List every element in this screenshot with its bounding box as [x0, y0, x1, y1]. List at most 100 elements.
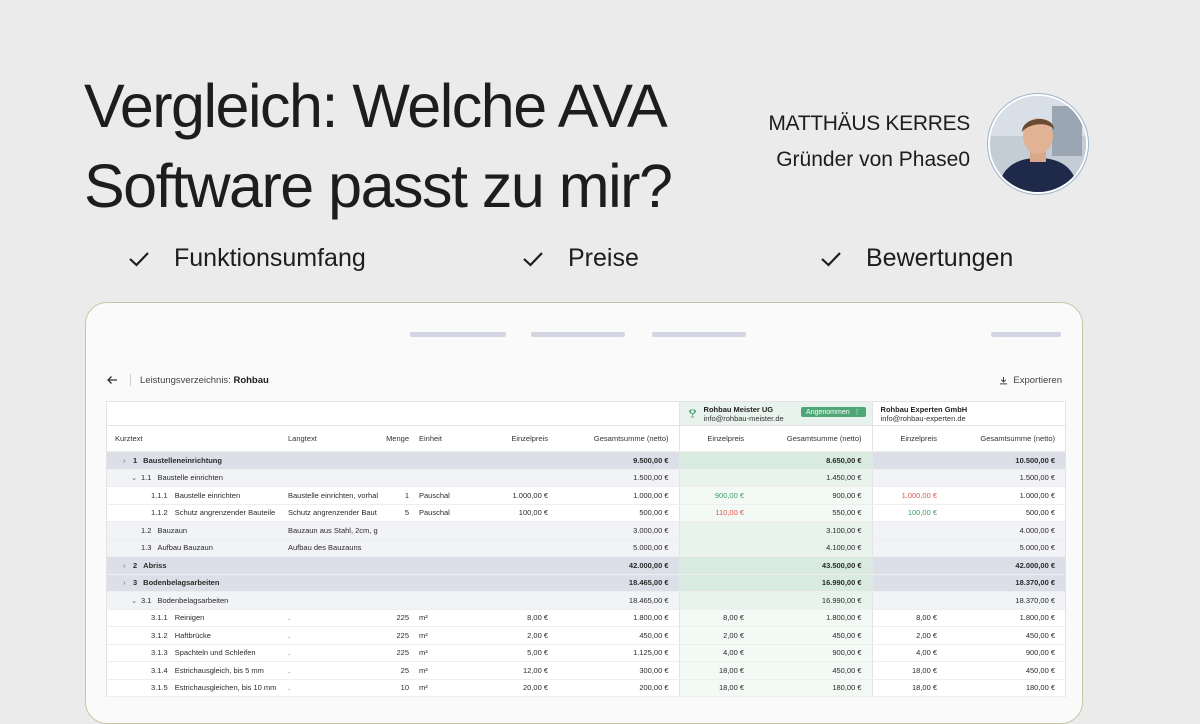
v2-gesamtsumme-cell: 450,00 € [1025, 630, 1056, 640]
col-v2-gesamtsumme[interactable]: Gesamtsumme (netto) [947, 425, 1066, 452]
col-einzelpreis[interactable]: Einzelpreis [483, 425, 558, 452]
export-button[interactable]: Exportieren [999, 375, 1062, 386]
table-row[interactable]: › 3 Bodenbelagsarbeiten 18.465,00 € 16.990,0… [107, 574, 1066, 592]
v2-einzelpreis: 2,00 € [871, 626, 948, 645]
v2-gesamtsumme: 500,00 € [947, 504, 1066, 522]
v1-einzelpreis: 18,00 € [678, 661, 755, 680]
gesamtsumme: 3.000,00 € [558, 521, 680, 540]
v2-gesamtsumme: 42.000,00 € [947, 556, 1066, 575]
menge: 5 [378, 504, 413, 522]
langtext [288, 574, 378, 592]
einzelpreis [483, 591, 558, 610]
table-row[interactable]: 3.1.4 Estrichausgleich, bis 5 mm. 25 m² 12,0… [107, 661, 1066, 680]
einheit: m² [413, 609, 483, 627]
chevron-right-icon[interactable]: › [123, 456, 133, 465]
chevron-right-icon[interactable]: › [123, 561, 133, 570]
v1-einzelpreis: 900,00 € [678, 486, 755, 505]
v2-einzelpreis-cell: 8,00 € [916, 613, 938, 623]
langtext: Bauzaun aus Stahl, 2cm, gro [288, 521, 378, 540]
v2-gesamtsumme: 10.500,00 € [947, 451, 1066, 470]
title-line-2: Software passt zu mir? [84, 152, 673, 220]
gesamtsumme: 300,00 € [558, 661, 680, 680]
gesamtsumme-cell: 1.800,00 € [633, 613, 669, 623]
nav-placeholder-bar [410, 332, 506, 337]
check-icon [523, 251, 543, 267]
v2-einzelpreis: 4,00 € [871, 644, 948, 662]
menge [378, 469, 413, 487]
v2-gesamtsumme: 4.000,00 € [947, 521, 1066, 540]
position-number: 3.1.3 [151, 648, 168, 658]
table-row[interactable]: 1.3 Aufbau Bauzaun Aufbau des Bauzauns 5.00… [107, 539, 1066, 557]
v1-gesamtsumme-cell: 3.100,00 € [826, 525, 862, 535]
v1-gesamtsumme: 550,00 € [754, 504, 873, 522]
v2-einzelpreis-cell: 18,00 € [912, 665, 938, 675]
author-role: Gründer von Phase0 [776, 148, 970, 171]
col-v1-einzelpreis[interactable]: Einzelpreis [678, 425, 755, 452]
breadcrumb-current: Rohbau [233, 375, 269, 386]
v2-einzelpreis [871, 521, 948, 540]
v1-einzelpreis-cell: 2,00 € [723, 630, 745, 640]
col-langtext[interactable]: Langtext [288, 425, 378, 452]
einheit: m² [413, 661, 483, 680]
vendor-name: Rohbau Meister UG [703, 404, 774, 414]
table-row[interactable]: 1.1.1 Baustelle einrichten Baustelle einri… [107, 486, 1066, 505]
feature-label: Funktionsumfang [174, 244, 366, 272]
feature-item-funktionsumfang: Funktionsumfang [128, 244, 366, 273]
einheit-cell: m² [419, 648, 428, 658]
chevron-right-icon[interactable]: › [123, 578, 133, 587]
v1-einzelpreis: 8,00 € [678, 609, 755, 627]
chevron-down-icon[interactable]: ⌄ [131, 596, 141, 605]
col-v2-einzelpreis[interactable]: Einzelpreis [871, 425, 948, 452]
table-row[interactable]: 3.1.5 Estrichausgleichen, bis 10 mm. 10 m² 2… [107, 679, 1066, 697]
col-gesamtsumme[interactable]: Gesamtsumme (netto) [558, 425, 680, 452]
chevron-down-icon[interactable]: ⌄ [131, 473, 141, 482]
column-header-row: Kurztext Langtext Menge Einheit Einzelpr… [107, 425, 1066, 452]
v1-einzelpreis: 110,00 € [678, 504, 755, 522]
v2-gesamtsumme-cell: 10.500,00 € [1015, 455, 1056, 465]
v1-einzelpreis: 2,00 € [678, 626, 755, 645]
position-number: 3.1.1 [151, 613, 168, 623]
table-row[interactable]: 3.1.1 Reinigen. 225 m² 8,00 € 1.800,00 € 8,00 … [107, 609, 1066, 627]
gesamtsumme-cell: 450,00 € [639, 630, 669, 640]
title-line-1: Vergleich: Welche AVA [84, 72, 668, 140]
langtext-cell: . [288, 648, 291, 658]
vendor-rohbau-experten[interactable]: Rohbau Experten GmbH info@rohbau-experte… [871, 402, 1066, 426]
kurztext-cell: Baustelleneinrichtung [143, 455, 222, 465]
langtext: Aufbau des Bauzauns [288, 539, 378, 557]
export-label: Exportieren [1013, 375, 1062, 386]
table-row[interactable]: ⌄ 3.1 Bodenbelagsarbeiten 18.465,00 € 16.990… [107, 591, 1066, 610]
comparison-table: Rohbau Meister UG info@rohbau-meister.de… [107, 402, 1066, 697]
arrow-left-icon[interactable] [106, 374, 118, 386]
table-row[interactable]: 3.1.3 Spachteln und Schleifen. 225 m² 5,00 €… [107, 644, 1066, 662]
menge-cell: 225 [396, 613, 409, 623]
position-number: 1.3 [141, 543, 152, 553]
einheit [413, 591, 483, 610]
v1-einzelpreis [678, 469, 755, 487]
gesamtsumme: 42.000,00 € [558, 556, 680, 575]
feature-label: Preise [568, 244, 639, 272]
vendor-rohbau-meister[interactable]: Rohbau Meister UG info@rohbau-meister.de… [678, 402, 873, 426]
kurztext: 1.1.2 Schutz angrenzender Bauteile [107, 504, 288, 522]
table-row[interactable]: ⌄ 1.1 Baustelle einrichten 1.500,00 € 1.450,… [107, 469, 1066, 487]
table-row[interactable]: 1.1.2 Schutz angrenzender Bauteile Schutz … [107, 504, 1066, 522]
v2-gesamtsumme: 450,00 € [947, 626, 1066, 645]
table-row[interactable]: › 1 Baustelleneinrichtung 9.500,00 € 8.650,0… [107, 451, 1066, 470]
col-kurztext[interactable]: Kurztext [107, 425, 288, 452]
table-row[interactable]: 3.1.2 Haftbrücke. 225 m² 2,00 € 450,00 € 2,00 … [107, 626, 1066, 645]
menge-cell: 1 [404, 490, 409, 500]
col-v1-gesamtsumme[interactable]: Gesamtsumme (netto) [754, 425, 873, 452]
v1-gesamtsumme: 16.990,00 € [754, 574, 873, 592]
einheit-cell: m² [419, 683, 428, 693]
v2-gesamtsumme: 900,00 € [947, 644, 1066, 662]
position-number: 3.1 [141, 595, 152, 605]
v1-gesamtsumme-cell: 43.500,00 € [821, 560, 862, 570]
app-screenshot-card: Leistungsverzeichnis: Rohbau Exportieren [85, 302, 1083, 724]
col-einheit[interactable]: Einheit [413, 425, 483, 452]
table-row[interactable]: › 2 Abriss 42.000,00 € 43.500,00 € 42.000,00 … [107, 556, 1066, 575]
einzelpreis: 20,00 € [483, 679, 558, 697]
table-row[interactable]: 1.2 Bauzaun Bauzaun aus Stahl, 2cm, gro 3.0… [107, 521, 1066, 540]
langtext [288, 469, 378, 487]
einheit-cell: Pauschal [419, 508, 450, 518]
gesamtsumme-cell: 42.000,00 € [628, 560, 669, 570]
col-menge[interactable]: Menge [378, 425, 413, 452]
